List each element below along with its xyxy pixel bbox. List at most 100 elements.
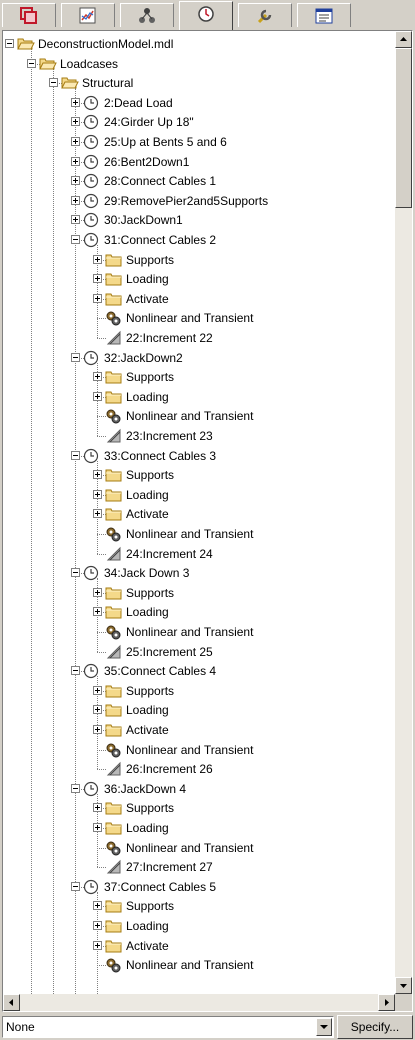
expand-icon[interactable] (71, 117, 80, 127)
scroll-right-button[interactable] (378, 994, 395, 1011)
collapse-icon[interactable] (71, 783, 80, 793)
tree-node[interactable]: Supports (3, 466, 395, 485)
tab-wrench[interactable] (238, 3, 292, 27)
tab-chart[interactable] (61, 3, 115, 27)
collapse-icon[interactable] (71, 352, 80, 362)
expand-icon[interactable] (93, 901, 102, 911)
vertical-scrollbar[interactable] (395, 31, 412, 994)
tree-node[interactable]: 33:Connect Cables 3 (3, 447, 395, 466)
expand-icon[interactable] (93, 607, 102, 617)
tree-node[interactable]: Activate (3, 721, 395, 740)
tab-network[interactable] (120, 3, 174, 27)
tree-node[interactable]: Nonlinear and Transient (3, 407, 395, 426)
expand-icon[interactable] (93, 489, 102, 499)
tree-node[interactable]: Structural (3, 74, 395, 93)
tree-node[interactable]: Loading (3, 819, 395, 838)
tree-node[interactable]: Loading (3, 701, 395, 720)
tree-node[interactable]: DeconstructionModel.mdl (3, 35, 395, 54)
tree-node[interactable]: Activate (3, 505, 395, 524)
tab-clock[interactable] (179, 1, 233, 30)
expand-icon[interactable] (93, 940, 102, 950)
tree-node[interactable]: Loading (3, 270, 395, 289)
tree-node[interactable]: Nonlinear and Transient (3, 956, 395, 975)
expand-icon[interactable] (93, 391, 102, 401)
specify-button[interactable]: Specify... (337, 1015, 413, 1039)
expand-icon[interactable] (93, 274, 102, 284)
tree-node[interactable]: Loading (3, 388, 395, 407)
expand-icon[interactable] (93, 509, 102, 519)
tree-node[interactable]: Supports (3, 682, 395, 701)
tree-node[interactable]: 31:Connect Cables 2 (3, 231, 395, 250)
expand-icon[interactable] (71, 97, 80, 107)
tree-node[interactable]: Nonlinear and Transient (3, 839, 395, 858)
tree-node[interactable]: Loading (3, 486, 395, 505)
tree-node[interactable]: 28:Connect Cables 1 (3, 172, 395, 191)
horizontal-scrollbar[interactable] (3, 994, 395, 1011)
tree-node[interactable]: Supports (3, 897, 395, 916)
tab-list-window[interactable] (297, 3, 351, 27)
tree-node[interactable]: 35:Connect Cables 4 (3, 662, 395, 681)
collapse-icon[interactable] (71, 881, 80, 891)
tree-node[interactable]: 23:Increment 23 (3, 427, 395, 446)
tree-node[interactable]: 34:Jack Down 3 (3, 564, 395, 583)
expand-icon[interactable] (93, 470, 102, 480)
expand-icon[interactable] (71, 176, 80, 186)
loadcase-combo[interactable]: None (2, 1016, 334, 1038)
tree-node[interactable]: 32:JackDown2 (3, 349, 395, 368)
tree-view[interactable]: DeconstructionModel.mdl Loadcases Structur… (3, 31, 395, 994)
tree-node[interactable]: Supports (3, 368, 395, 387)
expand-icon[interactable] (93, 587, 102, 597)
combo-dropdown-button[interactable] (316, 1018, 332, 1036)
tree-node[interactable]: Supports (3, 251, 395, 270)
tree-node[interactable]: 30:JackDown1 (3, 211, 395, 230)
scroll-thumb[interactable] (395, 48, 412, 208)
tree-node[interactable]: 24:Girder Up 18" (3, 113, 395, 132)
tree-node[interactable]: Loadcases (3, 55, 395, 74)
expand-icon[interactable] (93, 705, 102, 715)
expand-icon[interactable] (93, 803, 102, 813)
tree-node[interactable]: Loading (3, 917, 395, 936)
tree-node[interactable]: Nonlinear and Transient (3, 623, 395, 642)
tree-node[interactable]: Activate (3, 290, 395, 309)
collapse-icon[interactable] (71, 235, 80, 244)
collapse-icon[interactable] (71, 450, 80, 460)
tree-node[interactable]: 22:Increment 22 (3, 329, 395, 348)
tree-node[interactable]: 26:Increment 26 (3, 760, 395, 779)
tree-node[interactable]: 36:JackDown 4 (3, 780, 395, 799)
collapse-icon[interactable] (5, 39, 14, 48)
tree-node[interactable]: 29:RemovePier2and5Supports (3, 192, 395, 211)
expand-icon[interactable] (71, 156, 80, 166)
expand-icon[interactable] (71, 195, 80, 205)
tree-node[interactable]: 25:Up at Bents 5 and 6 (3, 133, 395, 152)
tree-node[interactable]: 24:Increment 24 (3, 545, 395, 564)
collapse-icon[interactable] (49, 78, 58, 88)
collapse-icon[interactable] (71, 666, 80, 676)
scroll-left-button[interactable] (3, 994, 20, 1011)
tree-node[interactable]: Nonlinear and Transient (3, 525, 395, 544)
collapse-icon[interactable] (71, 568, 80, 578)
tree-node[interactable]: Activate (3, 937, 395, 956)
scroll-up-button[interactable] (395, 31, 412, 48)
tree-node[interactable]: Loading (3, 603, 395, 622)
expand-icon[interactable] (93, 293, 102, 303)
collapse-icon[interactable] (27, 58, 36, 68)
expand-icon[interactable] (71, 137, 80, 146)
expand-icon[interactable] (93, 685, 102, 695)
tree-node[interactable]: Supports (3, 584, 395, 603)
tree-node[interactable]: 25:Increment 25 (3, 643, 395, 662)
tree-node[interactable]: 26:Bent2Down1 (3, 153, 395, 172)
scroll-down-button[interactable] (395, 977, 412, 994)
tree-node[interactable]: Nonlinear and Transient (3, 741, 395, 760)
tree-node[interactable]: Supports (3, 799, 395, 818)
tree-node[interactable]: 27:Increment 27 (3, 858, 395, 877)
expand-icon[interactable] (93, 823, 102, 832)
expand-icon[interactable] (93, 254, 102, 264)
expand-icon[interactable] (93, 372, 102, 382)
expand-icon[interactable] (93, 921, 102, 930)
expand-icon[interactable] (71, 215, 80, 225)
tree-node[interactable]: 2:Dead Load (3, 94, 395, 113)
expand-icon[interactable] (93, 725, 102, 734)
tree-node[interactable]: 37:Connect Cables 5 (3, 878, 395, 897)
tab-layers[interactable] (2, 3, 56, 27)
tree-node[interactable]: Nonlinear and Transient (3, 309, 395, 328)
